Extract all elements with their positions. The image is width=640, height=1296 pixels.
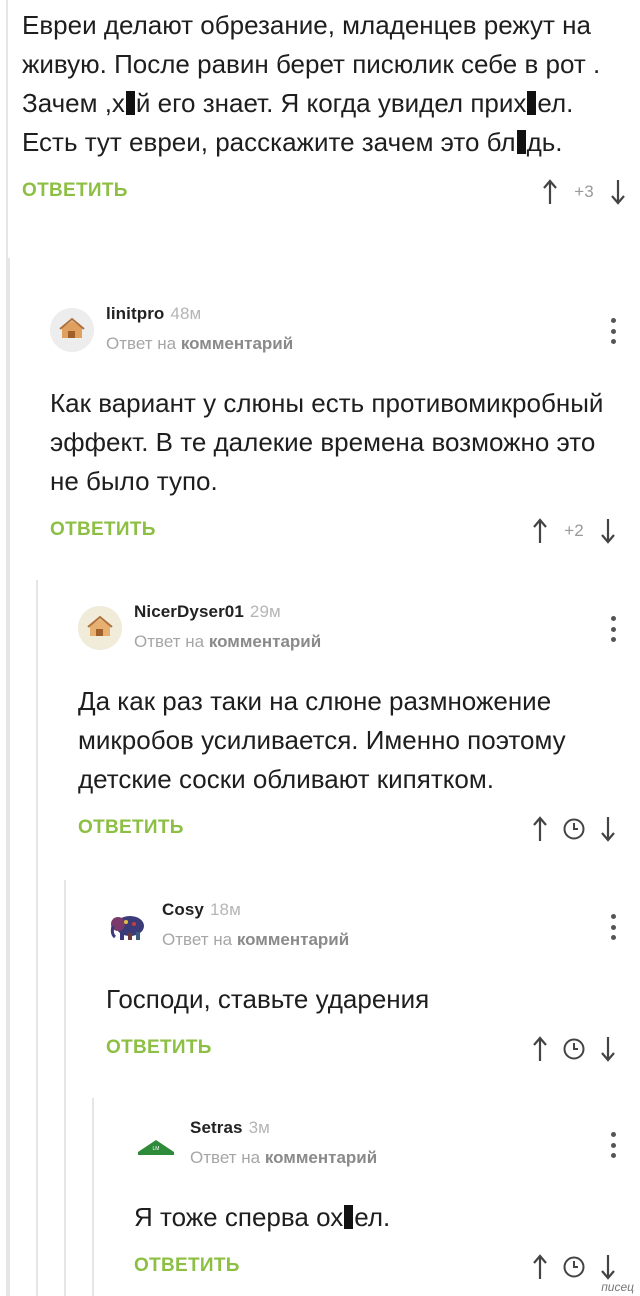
comment-actions: ОТВЕТИТЬ: [78, 809, 616, 849]
reply-button[interactable]: ОТВЕТИТЬ: [22, 180, 128, 202]
reply-to: Ответ на комментарий: [134, 632, 322, 651]
reply-to: Ответ на комментарий: [106, 334, 294, 353]
timestamp: 3м: [248, 1118, 270, 1137]
downvote-icon[interactable]: [600, 1036, 616, 1062]
upvote-icon[interactable]: [542, 179, 558, 205]
svg-text:LM: LM: [153, 1146, 160, 1152]
censor-bar: [125, 91, 135, 115]
reply-to: Ответ на комментарий: [190, 1148, 378, 1167]
reply-target-link[interactable]: комментарий: [181, 334, 293, 353]
comment-text: Как вариант у слюны есть противомикробны…: [50, 388, 604, 496]
vote-controls: [532, 1029, 616, 1069]
root-comment: Евреи делают обрезание, младенцев режут …: [22, 6, 626, 212]
censor-bar: [527, 91, 537, 115]
vote-controls: +3: [542, 172, 626, 212]
score: +2: [564, 521, 584, 540]
downvote-icon[interactable]: [600, 816, 616, 842]
comment-text: Я тоже сперва ох ел.: [134, 1202, 391, 1232]
upvote-icon[interactable]: [532, 1254, 548, 1280]
house-avatar-icon[interactable]: [78, 606, 122, 650]
comment: NicerDyser01 29м Ответ на комментарий Да …: [78, 598, 616, 849]
upvote-icon[interactable]: [532, 518, 548, 544]
comment-actions: ОТВЕТИТЬ: [106, 1029, 616, 1069]
censor-bar: [344, 1205, 354, 1229]
downvote-icon[interactable]: [600, 1254, 616, 1280]
reply-target-link[interactable]: комментарий: [265, 1148, 377, 1167]
elephant-avatar-icon[interactable]: [106, 904, 150, 948]
upvote-icon[interactable]: [532, 816, 548, 842]
clock-icon: [563, 1038, 585, 1060]
comment-actions: ОТВЕТИТЬ: [134, 1247, 616, 1287]
reply-to: Ответ на комментарий: [162, 930, 350, 949]
comment: linitpro 48м Ответ на комментарий Как вар…: [50, 300, 616, 551]
comment-actions: ОТВЕТИТЬ +3: [22, 172, 626, 212]
reply-button[interactable]: ОТВЕТИТЬ: [50, 519, 156, 541]
downvote-icon[interactable]: [610, 179, 626, 205]
username[interactable]: Cosy 18м: [162, 900, 241, 920]
upvote-icon[interactable]: [532, 1036, 548, 1062]
logo-avatar-icon[interactable]: LM: [134, 1122, 178, 1166]
vote-controls: [532, 809, 616, 849]
comment-header: LM Setras 3м Ответ на комментарий: [134, 1114, 616, 1172]
thread-line: [36, 580, 38, 1296]
comment-header: NicerDyser01 29м Ответ на комментарий: [78, 598, 616, 656]
timestamp: 18м: [209, 900, 241, 919]
censor-bar: [516, 130, 526, 154]
watermark: писец: [601, 1280, 634, 1294]
reply-target-link[interactable]: комментарий: [209, 632, 321, 651]
username[interactable]: Setras 3м: [190, 1118, 270, 1138]
more-options-icon[interactable]: [610, 914, 616, 940]
thread-line: [64, 880, 66, 1296]
more-options-icon[interactable]: [610, 616, 616, 642]
reply-button[interactable]: ОТВЕТИТЬ: [106, 1037, 212, 1059]
comment-text: Да как раз таки на слюне размножение мик…: [78, 686, 566, 794]
vote-controls: +2: [532, 511, 616, 551]
comment-header: Cosy 18м Ответ на комментарий: [106, 896, 616, 954]
reply-button[interactable]: ОТВЕТИТЬ: [134, 1255, 240, 1277]
reply-button[interactable]: ОТВЕТИТЬ: [78, 817, 184, 839]
comment: LM Setras 3м Ответ на комментарий Я тоже …: [134, 1114, 616, 1287]
timestamp: 48м: [170, 304, 202, 323]
timestamp: 29м: [249, 602, 281, 621]
thread-line: [8, 258, 10, 1296]
username[interactable]: NicerDyser01 29м: [134, 602, 281, 622]
clock-icon: [563, 818, 585, 840]
more-options-icon[interactable]: [610, 318, 616, 344]
username[interactable]: linitpro 48м: [106, 304, 201, 324]
comment-actions: ОТВЕТИТЬ +2: [50, 511, 616, 551]
comment-header: linitpro 48м Ответ на комментарий: [50, 300, 616, 358]
clock-icon: [563, 1256, 585, 1278]
comment-text: Господи, ставьте ударения: [106, 984, 430, 1014]
comment: Cosy 18м Ответ на комментарий Господи, ст…: [106, 896, 616, 1069]
house-avatar-icon[interactable]: [50, 308, 94, 352]
comment-text: Евреи делают обрезание, младенцев режут …: [22, 10, 601, 157]
more-options-icon[interactable]: [610, 1132, 616, 1158]
downvote-icon[interactable]: [600, 518, 616, 544]
thread-line: [92, 1098, 94, 1296]
score: +3: [574, 182, 594, 201]
reply-target-link[interactable]: комментарий: [237, 930, 349, 949]
